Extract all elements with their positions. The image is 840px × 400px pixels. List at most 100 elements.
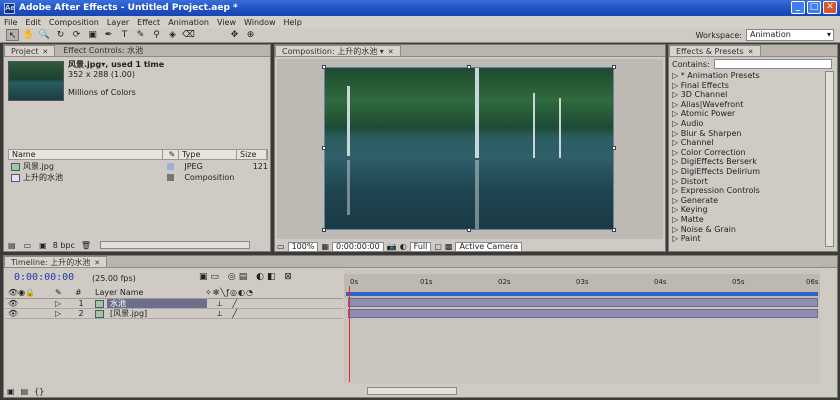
label-swatch[interactable] [167,163,175,170]
bpc-indicator[interactable]: 8 bpc [53,241,75,250]
show-channel-icon[interactable]: ◐ [400,242,407,251]
chevron-down-icon[interactable]: ▾ [380,47,384,56]
layer-name[interactable]: [风景.jpg] [107,309,207,318]
menu-edit[interactable]: Edit [25,18,41,27]
new-comp-icon[interactable]: ▣ [39,241,47,250]
menu-animation[interactable]: Animation [168,18,209,27]
rotation-tool-icon[interactable]: ↻ [54,29,67,41]
corner-handle[interactable] [322,65,326,69]
eye-icon[interactable]: 👁 [5,309,55,318]
eraser-tool-icon[interactable]: ⌫ [182,29,195,41]
interpret-footage-icon[interactable]: ▤ [8,241,16,250]
composition-frame[interactable] [324,67,614,230]
column-name[interactable]: Name [9,150,163,159]
label-swatch[interactable] [167,174,175,181]
work-area-bar[interactable] [346,292,818,296]
expand-arrow-icon[interactable]: ▷ [55,309,75,318]
corner-handle[interactable] [612,228,616,232]
toggle-modes-icon[interactable]: ▤ [21,387,29,396]
time-graph[interactable]: 0s 01s 02s 03s 04s 05s 06s [344,270,820,384]
snapshot-icon[interactable]: 📷 [387,242,397,251]
type-tool-icon[interactable]: T [118,29,131,41]
project-scrollbar[interactable] [100,241,250,249]
effect-category[interactable]: ▷ Generate [672,196,822,206]
toggle-switches-icon[interactable]: ▣ [7,387,15,396]
corner-handle[interactable] [322,228,326,232]
effect-category[interactable]: ▷ Alias|Wavefront [672,100,822,110]
edge-handle[interactable] [467,228,471,232]
selection-tool-icon[interactable]: ↖ [6,29,19,41]
layer-duration-bar[interactable] [348,298,818,307]
axis-mode-icon[interactable]: ✥ [228,29,241,41]
tab-effects-presets[interactable]: Effects & Presets ✕ [669,45,761,56]
new-folder-icon[interactable]: ▭ [24,241,32,250]
effect-category[interactable]: ▷ Paint [672,234,822,244]
timeline-current-time[interactable]: 0:00:00:00 [14,272,74,283]
camera-dropdown[interactable]: Active Camera [455,241,523,252]
effect-category[interactable]: ▷ Keying [672,205,822,215]
layer-duration-bar[interactable] [348,309,818,318]
menu-window[interactable]: Window [244,18,276,27]
tab-composition[interactable]: Composition: 上升的水池 ▾ ✕ [275,45,401,56]
menu-layer[interactable]: Layer [107,18,129,27]
effect-category[interactable]: ▷ Atomic Power [672,109,822,119]
av-features-icons[interactable]: 👁◉🔒 [5,288,55,298]
resolution-dropdown[interactable]: Full [409,241,432,252]
current-time-display[interactable]: 0:00:00:00 [332,241,384,252]
label-column-icon[interactable]: ✎ [163,150,179,159]
layer-row[interactable]: 👁 ▷ 1 水池 ⟂ ╱ [5,299,343,309]
effect-category[interactable]: ▷ DigiEffects Delirium [672,167,822,177]
close-button[interactable]: ✕ [823,1,837,14]
effect-category[interactable]: ▷ Blur & Sharpen [672,129,822,139]
pen-tool-icon[interactable]: ✒ [102,29,115,41]
close-tab-icon[interactable]: ✕ [94,259,100,267]
layer-name[interactable]: 水池 [107,299,207,308]
effects-scrollbar[interactable] [825,71,834,247]
menu-composition[interactable]: Composition [49,18,99,27]
quality-switch-icon[interactable]: ╱ [232,299,237,308]
transparency-grid-icon[interactable]: ▩ [445,242,453,251]
column-type[interactable]: Type [179,150,237,159]
mask-tool-icon[interactable]: ▣ [86,29,99,41]
safe-zones-icon[interactable]: ▦ [321,242,329,251]
close-tab-icon[interactable]: ✕ [388,48,394,56]
delete-icon[interactable]: 🗑 [81,241,91,250]
brush-tool-icon[interactable]: ✎ [134,29,147,41]
quality-switch-icon[interactable]: ╱ [232,309,237,318]
column-size[interactable]: Size [237,150,267,159]
effect-category[interactable]: ▷ * Animation Presets [672,71,822,81]
column-layer-name[interactable]: Layer Name [95,288,205,298]
edge-handle[interactable] [467,65,471,69]
eye-icon[interactable]: 👁 [5,299,55,308]
current-time-indicator[interactable] [349,286,350,382]
effect-category[interactable]: ▷ Noise & Grain [672,225,822,235]
project-row[interactable]: 上升的水池 Composition [8,173,268,183]
effect-category[interactable]: ▷ Color Correction [672,148,822,158]
label-column-icon[interactable]: ✎ [55,288,75,298]
minimize-button[interactable]: _ [791,1,805,14]
expand-icon[interactable]: {} [34,387,44,396]
shy-switch-icon[interactable]: ⟂ [217,309,222,319]
shy-switch-icon[interactable]: ⟂ [217,299,222,309]
effect-category[interactable]: ▷ Expression Controls [672,186,822,196]
zoom-tool-icon[interactable]: 🔍 [38,29,51,41]
tab-effect-controls[interactable]: Effect Controls: 水池 [57,45,149,56]
effect-category[interactable]: ▷ Channel [672,138,822,148]
effect-category[interactable]: ▷ Matte [672,215,822,225]
menu-effect[interactable]: Effect [137,18,160,27]
magnification-dropdown[interactable]: 100% [287,241,319,252]
menu-file[interactable]: File [4,18,17,27]
timeline-switches-icons[interactable]: ▣▭ ◎▤ ◐◧ ⊠ [199,272,295,282]
close-tab-icon[interactable]: ✕ [748,48,754,56]
contains-input[interactable] [713,59,832,69]
effect-category[interactable]: ▷ DigiEffects Berserk [672,157,822,167]
project-row[interactable]: 风景.jpg JPEG 121 [8,162,268,172]
tab-timeline[interactable]: Timeline: 上升的水池 ✕ [4,256,108,267]
layer-row[interactable]: 👁 ▷ 2 [风景.jpg] ⟂ ╱ [5,309,343,319]
region-of-interest-icon[interactable]: ▢ [434,242,442,251]
effect-category[interactable]: ▷ Distort [672,177,822,187]
orbit-camera-tool-icon[interactable]: ⟳ [70,29,83,41]
edge-handle[interactable] [612,146,616,150]
puppet-tool-icon[interactable]: ◈ [166,29,179,41]
corner-handle[interactable] [612,65,616,69]
